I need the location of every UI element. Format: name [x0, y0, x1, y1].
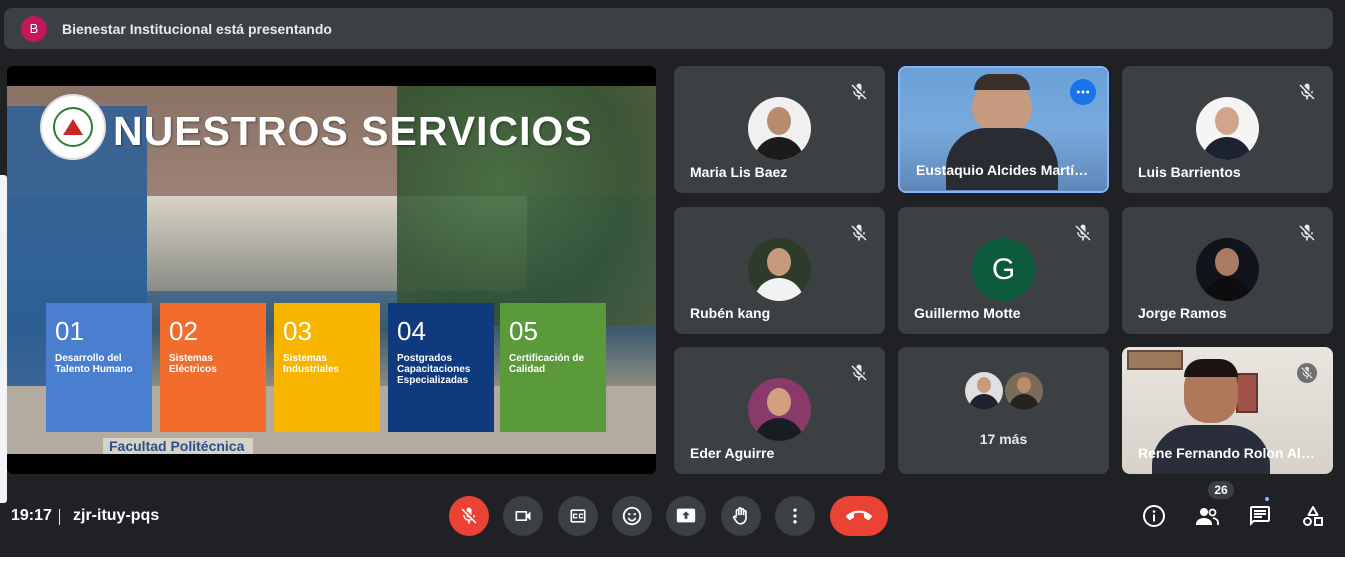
- mic-off-icon: [1299, 83, 1315, 100]
- university-logo: [40, 94, 106, 160]
- mic-off-icon: [461, 507, 477, 524]
- participant-body: [946, 128, 1058, 190]
- meeting-code: zjr-ituy-pqs: [73, 507, 160, 524]
- mic-off-icon: [1075, 224, 1091, 241]
- participant-hair: [1184, 359, 1238, 377]
- people-button[interactable]: [1193, 502, 1221, 530]
- more-participants-avatars: [965, 372, 1045, 410]
- service-card-1: 01 Desarrollo del Talento Humano: [46, 303, 152, 432]
- service-card-3: 03 Sistemas Industriales: [274, 303, 380, 432]
- avatar: [748, 378, 811, 441]
- activities-button[interactable]: [1299, 502, 1327, 530]
- end-call-icon: [846, 510, 872, 521]
- service-card-4: 04 Postgrados Capacitaciones Especializa…: [388, 303, 494, 432]
- slide: Facultad Politécnica NUESTROS SERVICIOS …: [7, 86, 656, 454]
- service-label: Certificación de Calidad: [509, 353, 585, 375]
- page-edge: [0, 557, 1345, 565]
- service-label: Desarrollo del Talento Humano: [55, 353, 133, 375]
- participant-name: Rene Fernando Rolon Al…: [1138, 445, 1315, 461]
- chat-button[interactable]: [1246, 502, 1274, 530]
- service-number: 02: [169, 316, 198, 346]
- emoji-icon: [622, 506, 642, 526]
- wall-picture: [1236, 373, 1258, 413]
- participant-tile-maria-lis-baez[interactable]: Maria Lis Baez: [674, 66, 885, 193]
- mic-off-icon: [851, 224, 867, 241]
- present-screen-icon: [676, 508, 696, 523]
- service-number: 05: [509, 316, 538, 346]
- participant-tile-jorge-ramos[interactable]: Jorge Ramos: [1122, 207, 1333, 334]
- mic-off-icon: [851, 364, 867, 381]
- service-card-5: 05 Certificación de Calidad: [500, 303, 606, 432]
- more-participants-count: 17 más: [979, 431, 1028, 447]
- slide-title: NUESTROS SERVICIOS: [113, 108, 593, 154]
- participant-name: Luis Barrientos: [1138, 164, 1241, 180]
- participant-name: Guillermo Motte: [914, 305, 1021, 321]
- service-label: Sistemas Industriales: [283, 353, 340, 375]
- activities-icon: [1303, 506, 1323, 526]
- participant-name: Jorge Ramos: [1138, 305, 1227, 321]
- meeting-details-button[interactable]: [1140, 502, 1168, 530]
- service-card-2: 02 Sistemas Eléctricos: [160, 303, 266, 432]
- more-horizontal-icon: [1076, 90, 1090, 94]
- captions-icon: [570, 509, 586, 523]
- more-participants-tile[interactable]: 17 más: [898, 347, 1109, 474]
- mic-off-icon: [1299, 224, 1315, 241]
- presenter-label: Bienestar Institucional está presentando: [62, 20, 332, 37]
- captions-button[interactable]: [558, 496, 598, 536]
- presenter-bar: B Bienestar Institucional está presentan…: [4, 8, 1333, 49]
- camera-icon: [515, 511, 531, 521]
- more-options-button[interactable]: [1070, 79, 1096, 105]
- avatar: [1005, 372, 1043, 410]
- divider: [59, 509, 60, 525]
- presentation-area[interactable]: Facultad Politécnica NUESTROS SERVICIOS …: [7, 66, 656, 474]
- participant-tile-ruben-kang[interactable]: Rubén kang: [674, 207, 885, 334]
- participant-name: Eder Aguirre: [690, 445, 775, 461]
- wall-picture: [1127, 350, 1183, 370]
- avatar: [748, 97, 811, 160]
- participant-tile-rene-fernando[interactable]: Rene Fernando Rolon Al…: [1122, 347, 1333, 474]
- meeting-time: 19:17: [11, 507, 52, 524]
- chat-icon: [1250, 506, 1270, 526]
- camera-toggle-button[interactable]: [503, 496, 543, 536]
- avatar: [1196, 238, 1259, 301]
- participant-name: Eustaquio Alcides Martí…: [916, 162, 1089, 178]
- participant-name: Maria Lis Baez: [690, 164, 788, 180]
- service-number: 03: [283, 316, 312, 346]
- end-call-button[interactable]: [830, 496, 888, 536]
- mic-off-icon: [1297, 363, 1317, 383]
- participant-hair: [974, 74, 1030, 90]
- participant-tile-eustaquio[interactable]: Eustaquio Alcides Martí…: [898, 66, 1109, 193]
- side-panel-edge[interactable]: [0, 175, 7, 503]
- participant-count-badge: 26: [1208, 481, 1234, 499]
- presenter-avatar: B: [21, 15, 47, 42]
- present-screen-button[interactable]: [666, 496, 706, 536]
- participant-tile-luis-barrientos[interactable]: Luis Barrientos: [1122, 66, 1333, 193]
- avatar-letter: G: [972, 238, 1035, 301]
- mic-off-icon: [851, 83, 867, 100]
- raise-hand-icon: [732, 507, 747, 525]
- more-vertical-icon: [793, 508, 797, 524]
- participant-tile-eder-aguirre[interactable]: Eder Aguirre: [674, 347, 885, 474]
- service-label: Postgrados Capacitaciones Especializadas: [397, 353, 471, 386]
- service-label: Sistemas Eléctricos: [169, 353, 217, 375]
- notification-dot: [1265, 497, 1269, 501]
- emoji-button[interactable]: [612, 496, 652, 536]
- avatar: [1196, 97, 1259, 160]
- more-options-button[interactable]: [775, 496, 815, 536]
- service-number: 01: [55, 316, 84, 346]
- avatar: [965, 372, 1003, 410]
- info-icon: [1143, 505, 1165, 527]
- slide-footer-sign: Facultad Politécnica: [103, 438, 253, 454]
- raise-hand-button[interactable]: [721, 496, 761, 536]
- avatar: [748, 238, 811, 301]
- bottom-bar: 19:17 zjr-ituy-pqs 26: [0, 481, 1345, 546]
- mic-toggle-button[interactable]: [449, 496, 489, 536]
- participant-name: Rubén kang: [690, 305, 771, 321]
- service-number: 04: [397, 316, 426, 346]
- participant-tile-guillermo-motte[interactable]: G Guillermo Motte: [898, 207, 1109, 334]
- people-icon: [1196, 508, 1219, 525]
